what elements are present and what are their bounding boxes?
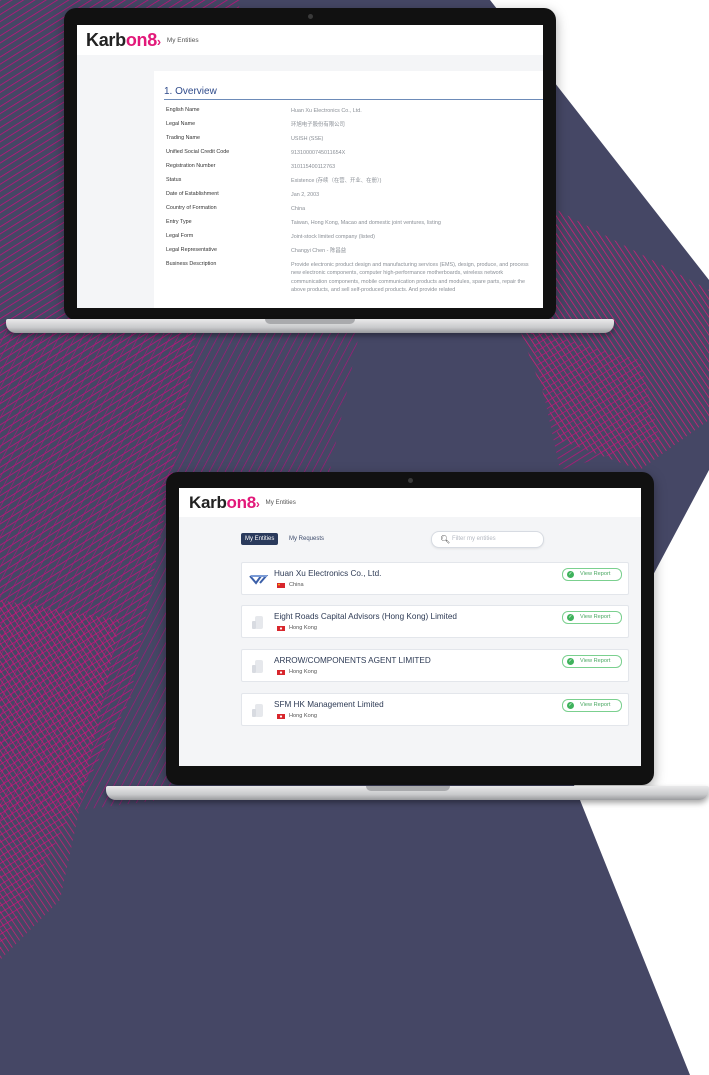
header-title[interactable]: My Entities xyxy=(266,499,296,506)
entity-name[interactable]: Huan Xu Electronics Co., Ltd. xyxy=(274,569,381,578)
field-value: Changyi Chen - 陈昌益 xyxy=(291,248,347,254)
field-value: Jan 2, 2003 xyxy=(291,192,320,198)
hong-kong-flag xyxy=(277,714,285,719)
laptop-bottom: Karbon8› My Entities My Entities My Requ… xyxy=(166,472,654,785)
building-placeholder-icon xyxy=(252,616,263,629)
search-input[interactable]: 🔍︎ Filter my entities xyxy=(431,531,544,548)
hong-kong-flag xyxy=(277,626,285,631)
camera-dot xyxy=(308,14,313,19)
check-circle-icon: ✓ xyxy=(567,614,574,621)
field-label: Date of Establishment xyxy=(166,191,219,197)
field-value: 环旭电子股份有限公司 xyxy=(291,122,345,128)
laptop-base xyxy=(106,786,709,800)
view-report-label: View Report xyxy=(580,614,611,620)
field-label: Status xyxy=(166,177,182,183)
field-label: Legal Representative xyxy=(166,247,217,253)
field-label: Unified Social Credit Code xyxy=(166,149,230,155)
section-divider xyxy=(164,99,543,100)
check-circle-icon: ✓ xyxy=(567,702,574,709)
entity-country: China xyxy=(289,582,304,588)
field-value: China xyxy=(291,206,306,212)
laptop-top: Karbon8› My Entities 1. Overview English… xyxy=(64,8,556,320)
app-header: Karbon8› My Entities xyxy=(179,488,641,517)
entity-card[interactable]: SFM HK Management Limited Hong Kong ✓ View … xyxy=(241,693,629,726)
overview-screen: Karbon8› My Entities 1. Overview English… xyxy=(77,25,543,308)
entity-country: Hong Kong xyxy=(289,625,317,631)
entity-name[interactable]: SFM HK Management Limited xyxy=(274,700,384,709)
search-placeholder: Filter my entities xyxy=(452,536,496,542)
field-value: Provide electronic product design and ma… xyxy=(291,262,529,294)
usi-logo-icon xyxy=(249,575,269,585)
entities-screen: Karbon8› My Entities My Entities My Requ… xyxy=(179,488,641,766)
view-report-button[interactable]: ✓ View Report xyxy=(562,699,622,712)
entity-card[interactable]: Eight Roads Capital Advisors (Hong Kong)… xyxy=(241,605,629,638)
laptop-notch xyxy=(265,319,355,324)
field-label: Country of Formation xyxy=(166,205,217,211)
karbon8-logo[interactable]: Karbon8› xyxy=(189,493,260,513)
field-label: Business Description xyxy=(166,261,217,267)
field-label: Trading Name xyxy=(166,135,200,141)
field-label: Entry Type xyxy=(166,219,192,225)
camera-dot xyxy=(408,478,413,483)
entity-country: Hong Kong xyxy=(289,713,317,719)
field-label: Legal Name xyxy=(166,121,196,127)
laptop-base xyxy=(6,319,614,333)
search-icon: 🔍︎ xyxy=(440,535,451,544)
view-report-button[interactable]: ✓ View Report xyxy=(562,655,622,668)
tab-my-requests[interactable]: My Requests xyxy=(285,533,328,545)
building-placeholder-icon xyxy=(252,704,263,717)
hong-kong-flag xyxy=(277,670,285,675)
entity-name[interactable]: ARROW/COMPONENTS AGENT LIMITED xyxy=(274,656,431,665)
chevron-icon: › xyxy=(156,34,161,49)
field-label: Registration Number xyxy=(166,163,216,169)
view-report-button[interactable]: ✓ View Report xyxy=(562,568,622,581)
app-header: Karbon8› My Entities xyxy=(77,25,543,55)
check-circle-icon: ✓ xyxy=(567,658,574,665)
field-value: USISH (SSE) xyxy=(291,136,324,142)
field-value: Joint-stock limited company (listed) xyxy=(291,234,375,240)
field-label: Legal Form xyxy=(166,233,194,239)
laptop-notch xyxy=(365,786,450,791)
view-report-label: View Report xyxy=(580,702,611,708)
view-report-label: View Report xyxy=(580,571,611,577)
field-value: Huan Xu Electronics Co., Ltd. xyxy=(291,108,362,114)
entity-card[interactable]: Huan Xu Electronics Co., Ltd. China ✓ View … xyxy=(241,562,629,595)
chevron-icon: › xyxy=(255,496,260,511)
entity-country: Hong Kong xyxy=(289,669,317,675)
field-value: Existence (存续（在营、开业、在册）) xyxy=(291,178,382,184)
header-title[interactable]: My Entities xyxy=(167,37,199,44)
entity-name[interactable]: Eight Roads Capital Advisors (Hong Kong)… xyxy=(274,612,457,621)
china-flag xyxy=(277,583,285,588)
view-report-label: View Report xyxy=(580,658,611,664)
section-title: 1. Overview xyxy=(164,86,217,97)
karbon8-logo[interactable]: Karbon8› xyxy=(86,30,161,51)
field-value: 91310000745011654X xyxy=(291,150,346,156)
field-label: English Name xyxy=(166,107,200,113)
field-value: Taiwan, Hong Kong, Macao and domestic jo… xyxy=(291,220,441,226)
tab-my-entities[interactable]: My Entities xyxy=(241,533,279,545)
building-placeholder-icon xyxy=(252,660,263,673)
overview-panel: 1. Overview English Name Huan Xu Electron… xyxy=(154,71,543,308)
field-value: 310115400112763 xyxy=(291,164,336,170)
check-circle-icon: ✓ xyxy=(567,571,574,578)
view-report-button[interactable]: ✓ View Report xyxy=(562,611,622,624)
entity-card[interactable]: ARROW/COMPONENTS AGENT LIMITED Hong Kong ✓… xyxy=(241,649,629,682)
